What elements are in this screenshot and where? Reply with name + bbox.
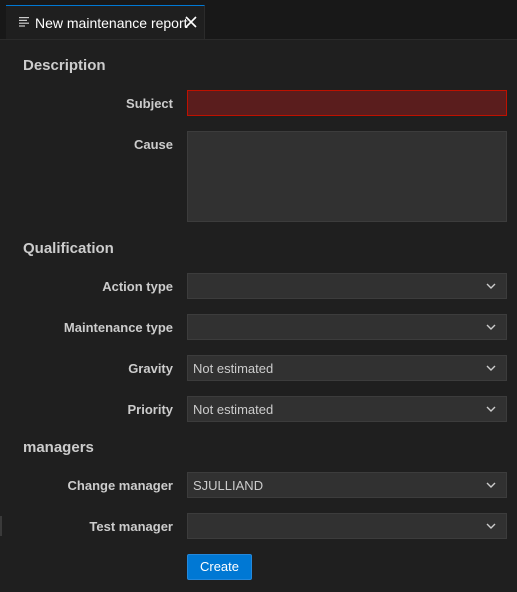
chevron-down-icon — [486, 324, 496, 330]
chevron-down-icon — [486, 283, 496, 289]
chevron-down-icon — [486, 406, 496, 412]
resize-handle[interactable] — [0, 516, 2, 536]
close-icon[interactable] — [184, 15, 198, 29]
priority-select[interactable]: Not estimated — [187, 396, 507, 422]
action-type-label: Action type — [102, 279, 173, 294]
action-type-select[interactable] — [187, 273, 507, 299]
gravity-select[interactable]: Not estimated — [187, 355, 507, 381]
test-manager-select[interactable] — [187, 513, 507, 539]
section-title-description: Description — [23, 57, 106, 74]
priority-value: Not estimated — [193, 402, 274, 417]
chevron-down-icon — [486, 482, 496, 488]
test-manager-label: Test manager — [89, 519, 173, 534]
document-lines-icon — [19, 17, 29, 27]
maintenance-type-select[interactable] — [187, 314, 507, 340]
cause-textarea[interactable] — [187, 131, 507, 222]
section-title-managers: managers — [23, 439, 94, 456]
priority-label: Priority — [127, 402, 173, 417]
chevron-down-icon — [486, 523, 496, 529]
change-manager-value: SJULLIAND — [193, 478, 264, 493]
editor-tab-bar: New maintenance report — [0, 0, 517, 40]
gravity-value: Not estimated — [193, 361, 274, 376]
create-button[interactable]: Create — [187, 554, 252, 580]
change-manager-select[interactable]: SJULLIAND — [187, 472, 507, 498]
subject-label: Subject — [126, 96, 173, 111]
chevron-down-icon — [486, 365, 496, 371]
gravity-label: Gravity — [128, 361, 173, 376]
section-title-qualification: Qualification — [23, 240, 114, 257]
change-manager-label: Change manager — [67, 478, 173, 493]
tab-title: New maintenance report — [35, 15, 188, 31]
tab-new-maintenance-report[interactable]: New maintenance report — [6, 5, 205, 39]
maintenance-type-label: Maintenance type — [63, 320, 173, 335]
subject-input[interactable] — [187, 90, 507, 116]
cause-label: Cause — [133, 137, 173, 152]
